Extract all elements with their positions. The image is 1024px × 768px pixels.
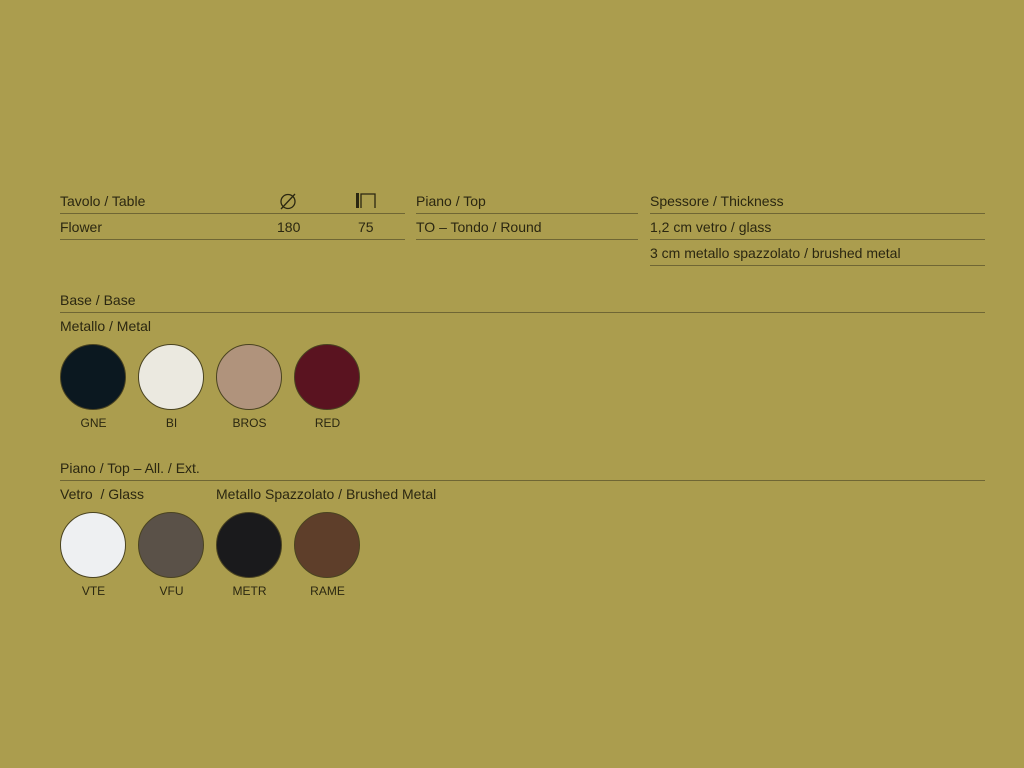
thickness-metal: 3 cm metallo spazzolato / brushed metal	[650, 245, 901, 261]
divider	[60, 312, 985, 313]
table-header: Tavolo / Table	[60, 193, 146, 209]
base-subtitle: Metallo / Metal	[60, 318, 152, 334]
diameter-value: 180	[277, 219, 301, 235]
height-value: 75	[358, 219, 374, 235]
divider	[60, 239, 405, 240]
glass-label: Vetro / Glass	[60, 486, 145, 502]
top-value: TO – Tondo / Round	[416, 219, 542, 235]
top-header: Piano / Top	[416, 193, 486, 209]
swatch-label: RED	[314, 416, 341, 430]
divider	[650, 213, 985, 214]
divider	[60, 480, 985, 481]
swatch-red	[294, 344, 360, 410]
swatch-label: RAME	[310, 584, 345, 598]
swatch-label: VTE	[81, 584, 106, 598]
divider	[650, 239, 985, 240]
diameter-icon	[280, 193, 296, 210]
divider	[416, 213, 638, 214]
thickness-header: Spessore / Thickness	[650, 193, 784, 209]
table-model: Flower	[60, 219, 103, 235]
swatch-label: GNE	[80, 416, 107, 430]
table-height-icon	[356, 193, 376, 208]
swatch-vfu	[138, 512, 204, 578]
swatch-bi	[138, 344, 204, 410]
divider	[416, 239, 638, 240]
swatch-rame	[294, 512, 360, 578]
divider	[60, 213, 405, 214]
thickness-glass: 1,2 cm vetro / glass	[650, 219, 772, 235]
swatch-label: VFU	[159, 584, 184, 598]
swatch-gne	[60, 344, 126, 410]
divider	[650, 265, 985, 266]
swatch-metr	[216, 512, 282, 578]
top-title: Piano / Top – All. / Ext.	[60, 460, 200, 476]
metal-label: Metallo Spazzolato / Brushed Metal	[216, 486, 437, 502]
swatch-bros	[216, 344, 282, 410]
swatch-label: BROS	[232, 416, 267, 430]
swatch-label: METR	[232, 584, 267, 598]
swatch-vte	[60, 512, 126, 578]
swatch-label: BI	[165, 416, 178, 430]
base-title: Base / Base	[60, 292, 136, 308]
